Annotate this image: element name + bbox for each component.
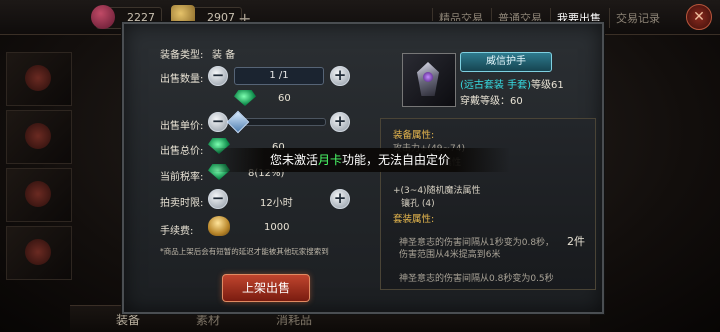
toast-text: 功能，无法自由定价: [342, 153, 451, 167]
inventory-slot[interactable]: [6, 52, 72, 106]
quantity-plus-button[interactable]: +: [330, 66, 350, 86]
close-button[interactable]: ✕: [686, 4, 712, 30]
inventory-slot[interactable]: [6, 110, 72, 164]
unit-price-label: 出售单价:: [160, 121, 204, 132]
item-name: 威信护手: [460, 52, 552, 72]
set-line: 伤害范围从4米提高到6米: [399, 250, 501, 260]
attr-line: +(3~4)随机魔法属性: [393, 186, 481, 196]
set-line: 神圣意志的伤害间隔从0.8秒变为0.5秒: [399, 274, 554, 284]
tax-label: 当前税率:: [160, 172, 204, 183]
quantity-field[interactable]: 1 /1: [234, 67, 324, 85]
item-level: 等级61: [530, 80, 564, 91]
slider-knob[interactable]: [226, 110, 250, 134]
list-for-sale-button[interactable]: 上架出售: [222, 274, 310, 302]
auction-value: 12小时: [260, 198, 293, 209]
toast-highlight: 月卡: [317, 153, 342, 167]
inventory-slot[interactable]: [6, 168, 72, 222]
fee-label: 手续费:: [160, 226, 194, 237]
price-minus-button[interactable]: −: [208, 112, 228, 132]
emerald-gem-icon: [234, 90, 256, 106]
quantity-label: 出售数量:: [160, 74, 204, 85]
set-header: 套装属性:: [393, 214, 435, 225]
listing-note: *商品上架后会有短暂的延迟才能被其他玩家搜索到: [160, 247, 329, 256]
wear-level: 穿戴等级：60: [460, 96, 523, 107]
attr-line: 镶孔 (4): [401, 199, 435, 209]
tab-trade-history[interactable]: 交易记录: [609, 8, 666, 28]
quantity-minus-button[interactable]: −: [208, 66, 228, 86]
gold-coins-icon: [208, 216, 230, 236]
attribute-box: 装备属性: 攻击力+(49~74) 属性 +(3~4)随机魔法属性 镶孔 (4)…: [380, 118, 596, 290]
toast-text: 您未激活: [269, 153, 318, 167]
auction-label: 拍卖时限:: [160, 198, 204, 209]
type-value: 装 备: [212, 50, 236, 61]
auction-minus-button[interactable]: −: [208, 189, 228, 209]
gauntlet-icon: [402, 53, 456, 107]
price-plus-button[interactable]: +: [330, 112, 350, 132]
ruby-gem-icon: [91, 5, 115, 29]
set-count: 2件: [567, 235, 585, 248]
fee-value: 1000: [264, 222, 290, 233]
inventory-slot[interactable]: [6, 226, 72, 280]
total-label: 出售总价:: [160, 146, 204, 157]
item-set-type: (远古套装 手套): [460, 80, 531, 91]
attr-header: 装备属性:: [393, 130, 435, 141]
auction-plus-button[interactable]: +: [330, 189, 350, 209]
quantity-price: 60: [278, 93, 291, 104]
item-set-line: (远古套装 手套)等级61: [460, 76, 564, 91]
toast-message: 您未激活月卡功能，无法自由定价: [210, 148, 510, 172]
type-label: 装备类型:: [160, 50, 204, 61]
